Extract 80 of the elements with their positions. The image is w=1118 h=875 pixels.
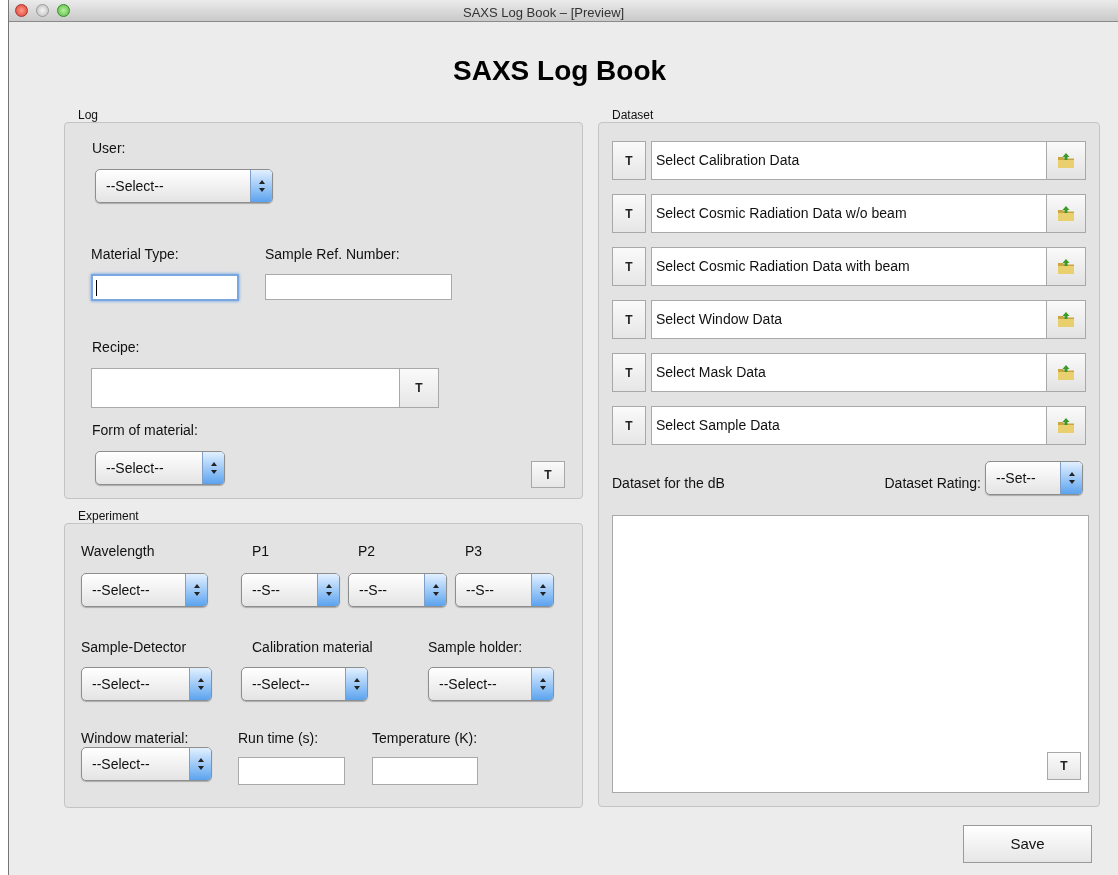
window-title: SAXS Log Book – [Preview] xyxy=(463,4,625,22)
dropdown[interactable]: --Select-- xyxy=(81,573,208,607)
updown-arrow-icon xyxy=(1067,471,1076,485)
dropdown[interactable]: --Select-- xyxy=(95,169,273,203)
dropdown[interactable]: --Select-- xyxy=(81,667,212,701)
group-label: Log xyxy=(78,109,100,122)
dropdown[interactable]: --Set-- xyxy=(985,461,1083,495)
updown-arrow-icon xyxy=(431,583,440,597)
field-label: Dataset Rating: xyxy=(884,474,981,493)
browse-button[interactable] xyxy=(1047,141,1086,180)
text-button[interactable]: T xyxy=(399,368,439,408)
updown-arrow-icon xyxy=(196,757,205,771)
dropdown[interactable]: --Select-- xyxy=(81,747,212,781)
text-button[interactable]: T xyxy=(612,406,646,445)
field-label: P1 xyxy=(251,542,271,560)
text-input[interactable] xyxy=(91,274,239,301)
updown-arrow-icon xyxy=(538,583,547,597)
field-label: Wavelength xyxy=(81,542,156,560)
notes-text-area[interactable]: T xyxy=(612,515,1089,793)
field-label: Window material: xyxy=(81,729,190,747)
field-label: User: xyxy=(92,139,127,157)
browse-button[interactable] xyxy=(1047,194,1086,233)
text-button[interactable]: T xyxy=(1047,752,1081,780)
text-input[interactable] xyxy=(265,274,452,300)
text-input[interactable] xyxy=(238,757,345,785)
file-path-field[interactable]: Select Window Data xyxy=(651,300,1048,339)
field-label: P3 xyxy=(464,542,484,560)
file-path-field[interactable]: Select Calibration Data xyxy=(651,141,1048,180)
group-label: Experiment xyxy=(78,510,140,523)
text-input[interactable] xyxy=(372,757,478,785)
field-label: Run time (s): xyxy=(238,729,320,747)
field-label: P2 xyxy=(357,542,377,560)
folder-icon xyxy=(1057,311,1076,328)
text-button[interactable]: T xyxy=(531,461,565,488)
browse-button[interactable] xyxy=(1047,300,1086,339)
text-button[interactable]: T xyxy=(612,194,646,233)
field-label: Sample-Detector xyxy=(81,638,188,656)
group-label: Dataset xyxy=(612,109,655,122)
field-label: Dataset for the dB xyxy=(612,474,725,493)
text-button[interactable]: T xyxy=(612,300,646,339)
text-button[interactable]: T xyxy=(612,247,646,286)
text-button[interactable]: T xyxy=(612,353,646,392)
browse-button[interactable] xyxy=(1047,247,1086,286)
field-label: Sample Ref. Number: xyxy=(265,245,401,263)
file-path-field[interactable]: Select Cosmic Radiation Data with beam xyxy=(651,247,1048,286)
dropdown[interactable]: --S-- xyxy=(241,573,340,607)
folder-icon xyxy=(1057,205,1076,222)
dropdown[interactable]: --Select-- xyxy=(95,451,225,485)
updown-arrow-icon xyxy=(209,461,218,475)
folder-icon xyxy=(1057,152,1076,169)
folder-icon xyxy=(1057,417,1076,434)
save-button[interactable]: Save xyxy=(963,825,1092,863)
updown-arrow-icon xyxy=(538,677,547,691)
heading: SAXS Log Book xyxy=(453,54,667,88)
updown-arrow-icon xyxy=(257,179,266,193)
file-path-field[interactable]: Select Sample Data xyxy=(651,406,1048,445)
dropdown[interactable]: --Select-- xyxy=(241,667,368,701)
text-input[interactable] xyxy=(91,368,399,408)
updown-arrow-icon xyxy=(196,677,205,691)
file-path-field[interactable]: Select Mask Data xyxy=(651,353,1048,392)
updown-arrow-icon xyxy=(324,583,333,597)
folder-icon xyxy=(1057,258,1076,275)
zoom-button[interactable] xyxy=(57,4,70,17)
text-button[interactable]: T xyxy=(612,141,646,180)
field-label: Temperature (K): xyxy=(372,729,478,747)
folder-icon xyxy=(1057,364,1076,381)
field-label: Sample holder: xyxy=(428,638,524,656)
dropdown[interactable]: --S-- xyxy=(348,573,447,607)
browse-button[interactable] xyxy=(1047,353,1086,392)
field-label: Material Type: xyxy=(91,245,180,263)
field-label: Recipe: xyxy=(92,338,141,356)
minimize-button[interactable] xyxy=(36,4,49,17)
dropdown[interactable]: --Select-- xyxy=(428,667,554,701)
updown-arrow-icon xyxy=(352,677,361,691)
browse-button[interactable] xyxy=(1047,406,1086,445)
dropdown[interactable]: --S-- xyxy=(455,573,554,607)
field-label: Form of material: xyxy=(92,421,199,439)
updown-arrow-icon xyxy=(192,583,201,597)
close-button[interactable] xyxy=(15,4,28,17)
file-path-field[interactable]: Select Cosmic Radiation Data w/o beam xyxy=(651,194,1048,233)
